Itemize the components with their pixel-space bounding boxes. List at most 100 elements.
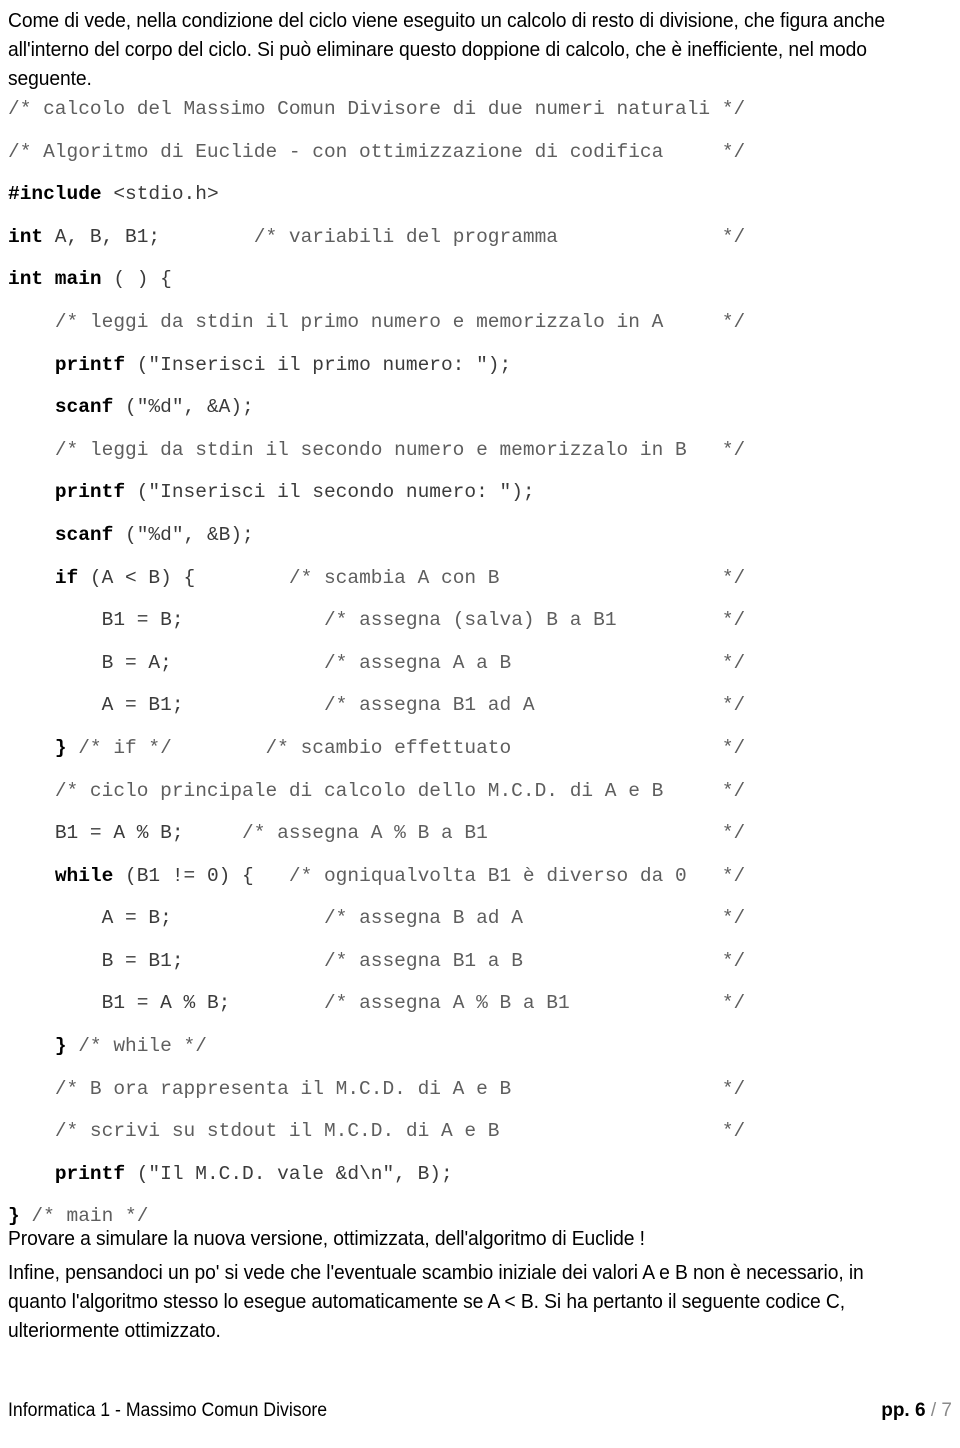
code-keyword: while (54, 864, 114, 887)
code-line: int main ( ) { (8, 258, 952, 301)
code-comment-end: */ (721, 225, 746, 248)
closing-note: Provare a simulare la nuova versione, ot… (8, 1224, 895, 1253)
code-gap (511, 737, 722, 759)
code-gap (558, 226, 722, 248)
code-gap (687, 865, 722, 887)
code-comment-end: */ (721, 822, 746, 845)
code-text: A = B; (101, 907, 172, 930)
code-line: /* B ora rappresenta il M.C.D. di A e B … (8, 1068, 952, 1111)
code-gap (511, 652, 722, 674)
code-keyword: if (54, 566, 79, 589)
final-paragraph-text: Infine, pensandoci un po' si vede che l'… (8, 1261, 864, 1342)
code-keyword: printf (54, 353, 126, 376)
code-comment: /* scambia A con B (195, 566, 500, 589)
code-text: B1 = A % B; (101, 992, 231, 1015)
code-comment: /* assegna A a B (171, 651, 512, 674)
code-text: (B1 != 0) { (113, 864, 254, 887)
code-text: ( ) { (101, 268, 172, 291)
code-line: /* leggi da stdin il primo numero e memo… (8, 301, 952, 344)
code-text: <stdio.h> (101, 183, 219, 206)
code-line: scanf ("%d", &A); (8, 386, 952, 429)
closing-note-text: Provare a simulare la nuova versione, ot… (8, 1227, 645, 1250)
code-keyword: scanf (54, 396, 114, 419)
code-line: B = A; /* assegna A a B */ (8, 642, 952, 685)
code-text: A, B, B1; (43, 225, 161, 248)
code-comment: /* variabili del programma (160, 225, 559, 248)
code-comment: /* assegna (salva) B a B1 (183, 609, 617, 632)
code-line: } /* if */ /* scambio effettuato */ (8, 727, 952, 770)
code-line: } /* while */ (8, 1025, 952, 1068)
code-comment-end: */ (721, 609, 746, 632)
code-line: /* leggi da stdin il secondo numero e me… (8, 429, 952, 472)
code-line: while (B1 != 0) { /* ogniqualvolta B1 è … (8, 855, 952, 898)
code-text: ("%d", &B); (113, 523, 254, 546)
code-comment-end: */ (721, 907, 746, 930)
code-comment: /* assegna A % B a B1 (230, 992, 570, 1015)
code-line: A = B1; /* assegna B1 ad A */ (8, 684, 952, 727)
code-comment-end: */ (721, 694, 746, 717)
code-gap (663, 780, 722, 802)
code-line: /* calcolo del Massimo Comun Divisore di… (8, 88, 952, 131)
code-comment: /* Algoritmo di Euclide - con ottimizzaz… (8, 140, 664, 163)
code-line: printf ("Il M.C.D. vale &d\n", B); (8, 1153, 952, 1196)
code-comment: /* assegna B1 a B (183, 949, 523, 972)
code-listing: /* calcolo del Massimo Comun Divisore di… (8, 88, 952, 1238)
code-line: int A, B, B1; /* variabili del programma… (8, 216, 952, 259)
code-gap (570, 992, 722, 1014)
code-comment-end: */ (721, 98, 746, 120)
code-comment-end: */ (721, 992, 746, 1015)
code-line: B1 = B; /* assegna (salva) B a B1 */ (8, 599, 952, 642)
code-keyword: scanf (54, 523, 114, 546)
code-gap (500, 1120, 722, 1142)
code-comment-end: */ (721, 949, 746, 972)
code-line: /* ciclo principale di calcolo dello M.C… (8, 770, 952, 813)
code-line: A = B; /* assegna B ad A */ (8, 897, 952, 940)
code-keyword: int main (8, 268, 102, 291)
code-gap (523, 907, 722, 929)
code-line: scanf ("%d", &B); (8, 514, 952, 557)
code-comment: /* leggi da stdin il primo numero e memo… (54, 310, 664, 333)
code-text: A = B1; (101, 694, 184, 717)
code-comment: /* ciclo principale di calcolo dello M.C… (54, 779, 664, 802)
code-gap (511, 1078, 722, 1100)
code-gap (535, 694, 722, 716)
code-comment-end: */ (721, 779, 746, 802)
code-comment-end: */ (721, 651, 746, 674)
code-comment-end: */ (721, 736, 746, 759)
page-footer: Informatica 1 - Massimo Comun Divisore p… (8, 1396, 952, 1426)
final-paragraph: Infine, pensandoci un po' si vede che l'… (8, 1258, 895, 1345)
code-comment: /* while */ (66, 1035, 207, 1058)
page-number: pp. 6 / 7 (881, 1400, 952, 1422)
code-comment-end: */ (721, 140, 746, 163)
code-line: if (A < B) { /* scambia A con B */ (8, 557, 952, 600)
code-text: ("Inserisci il secondo numero: "); (125, 481, 535, 504)
code-comment: /* B ora rappresenta il M.C.D. di A e B (54, 1077, 512, 1100)
code-line: #include <stdio.h> (8, 173, 952, 216)
code-gap (663, 311, 722, 333)
code-text: B = B1; (101, 949, 184, 972)
code-comment: /* ogniqualvolta B1 è diverso da 0 (253, 864, 687, 887)
code-text: B1 = A % B; (54, 822, 184, 845)
page-prefix: pp. (881, 1400, 910, 1421)
intro-paragraph-text: Come di vede, nella condizione del ciclo… (8, 9, 886, 90)
code-line: /* Algoritmo di Euclide - con ottimizzaz… (8, 131, 952, 174)
code-comment: /* if */ (66, 736, 172, 759)
code-line: B1 = A % B; /* assegna A % B a B1 */ (8, 982, 952, 1025)
page-current: 6 (915, 1400, 926, 1421)
code-text: ("Il M.C.D. vale &d\n", B); (125, 1162, 453, 1185)
code-gap (617, 609, 722, 631)
